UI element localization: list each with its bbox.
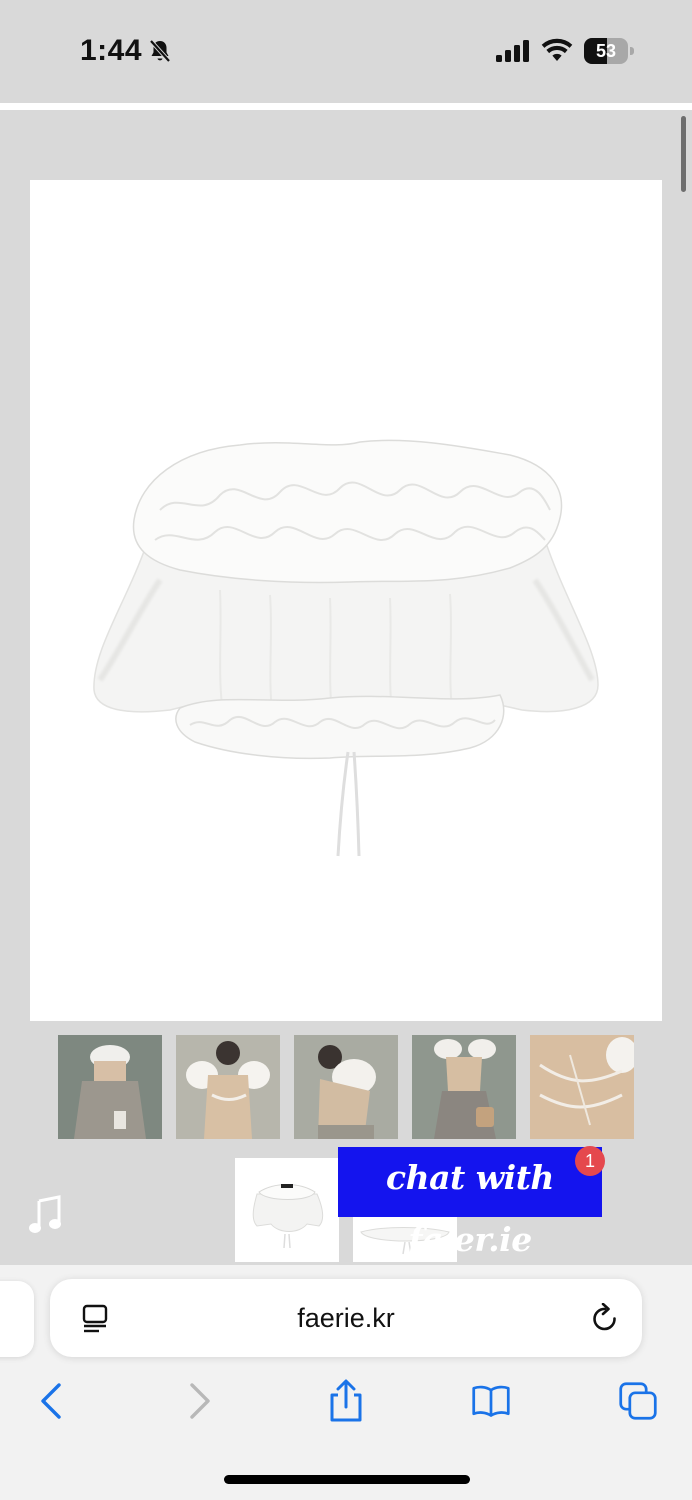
thumbnail-5[interactable]: [530, 1035, 634, 1139]
chat-banner-button[interactable]: chat with fa.er.ie: [338, 1147, 602, 1259]
tabs-icon[interactable]: [618, 1379, 658, 1423]
chat-notification-badge: 1: [575, 1146, 605, 1176]
main-product-image[interactable]: [30, 180, 662, 1021]
bell-slash-icon: [149, 39, 171, 63]
address-bar[interactable]: faerie.kr: [50, 1279, 642, 1357]
status-bar: 1:44 53: [0, 0, 692, 103]
page-menu-icon[interactable]: [81, 1304, 109, 1334]
thumbnail-2[interactable]: [176, 1035, 280, 1139]
back-icon[interactable]: [31, 1379, 71, 1423]
thumbnail-1[interactable]: [58, 1035, 162, 1139]
thumbnail-3[interactable]: [294, 1035, 398, 1139]
cellular-signal-icon: [496, 40, 529, 62]
music-note-icon[interactable]: [27, 1195, 63, 1235]
share-icon[interactable]: [326, 1379, 366, 1423]
previous-tab-preview[interactable]: [0, 1281, 34, 1357]
web-content[interactable]: chat with fa.er.ie 1: [0, 110, 692, 1265]
page-scrollbar[interactable]: [681, 116, 686, 192]
forward-icon: [190, 1383, 210, 1419]
reload-icon[interactable]: [590, 1303, 620, 1335]
home-indicator: [224, 1475, 470, 1484]
thumbnail-6[interactable]: [235, 1158, 339, 1262]
battery-level: 53: [595, 41, 617, 61]
url-text[interactable]: faerie.kr: [50, 1279, 642, 1357]
clock-time: 1:44: [80, 34, 143, 67]
thumbnail-4[interactable]: [412, 1035, 516, 1139]
battery-icon: 53: [584, 38, 636, 64]
chat-banner-label: chat with fa.er.ie: [386, 1158, 554, 1259]
wifi-icon: [541, 38, 573, 61]
browser-toolbar: faerie.kr: [0, 1265, 692, 1500]
bookmarks-icon[interactable]: [471, 1379, 511, 1423]
status-divider: [0, 103, 692, 110]
